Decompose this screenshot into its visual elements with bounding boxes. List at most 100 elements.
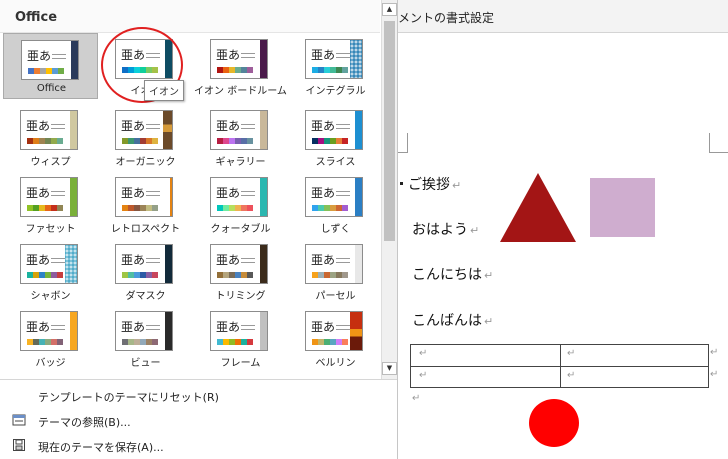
theme-preview: 亜あ <box>115 244 173 284</box>
theme-accent-bar <box>260 178 267 216</box>
theme-color-swatches <box>27 339 63 345</box>
theme-accent-bar <box>165 245 172 283</box>
paragraph-mark: ↵ <box>452 179 462 192</box>
browse-folder-icon <box>12 413 26 427</box>
color-swatch <box>152 205 158 211</box>
theme-thumbnail[interactable]: 亜あ レトロスペクト <box>98 171 193 237</box>
theme-thumbnail[interactable]: 亜あ イオン ボードルーム <box>193 33 288 99</box>
theme-label: イオン ボードルーム <box>194 86 287 97</box>
text-line-2[interactable]: こんにちは ↵ <box>412 264 493 284</box>
theme-preview: 亜あ <box>210 110 268 150</box>
theme-thumbnail[interactable]: 亜あ バッジ <box>3 305 98 371</box>
theme-thumbnail[interactable]: 亜あ しずく <box>288 171 383 237</box>
scroll-up-button[interactable]: ▲ <box>382 3 397 16</box>
heading-line[interactable]: ご挨拶 ↵ <box>408 174 461 194</box>
theme-thumbnail[interactable]: 亜あ スライス <box>288 104 383 170</box>
theme-thumbnail[interactable]: 亜あ Office <box>3 33 98 99</box>
theme-thumbnail[interactable]: 亜あ ダマスク <box>98 238 193 304</box>
rectangle-shape[interactable] <box>590 178 655 237</box>
reset-theme-menu-item[interactable]: テンプレートのテーマにリセット(R) <box>0 385 397 409</box>
theme-sample-line <box>51 329 65 330</box>
theme-preview: 亜あ <box>115 177 173 217</box>
line-3-text: こんばんは <box>412 313 482 329</box>
theme-accent-bar <box>163 111 172 149</box>
theme-sample-text: 亜あ <box>26 119 51 133</box>
color-swatch <box>342 138 348 144</box>
theme-sample-line <box>146 124 160 125</box>
theme-sample-line <box>241 124 255 125</box>
theme-thumbnail[interactable]: 亜あ ウィスプ <box>3 104 98 170</box>
theme-accent-bar <box>70 312 77 350</box>
color-swatch <box>58 68 64 74</box>
theme-sample-text: 亜あ <box>311 253 336 267</box>
theme-sample-text: 亜あ <box>26 186 51 200</box>
paragraph-mark: ↵ <box>470 224 480 237</box>
theme-thumbnail[interactable]: 亜あ フレーム <box>193 305 288 371</box>
line-1-text: おはよう <box>412 222 468 238</box>
theme-thumbnail[interactable]: 亜あ トリミング <box>193 238 288 304</box>
theme-preview: 亜あ <box>21 40 79 80</box>
color-swatch <box>57 138 63 144</box>
heading-bullet <box>400 182 403 185</box>
theme-thumbnail[interactable]: 亜あ ビュー <box>98 305 193 371</box>
color-swatch <box>152 339 158 345</box>
theme-sample-line <box>146 195 160 196</box>
theme-label: オーガニック <box>115 157 176 168</box>
theme-sample-line <box>146 258 160 259</box>
gallery-scrollbar[interactable]: ▲ ▼ <box>381 0 397 379</box>
theme-thumbnail[interactable]: 亜あ インテグラル <box>288 33 383 99</box>
color-swatch <box>342 205 348 211</box>
theme-color-swatches <box>217 272 253 278</box>
theme-sample-line <box>146 329 160 330</box>
theme-thumbnail[interactable]: 亜あ パーセル <box>288 238 383 304</box>
theme-thumbnail[interactable]: 亜あ ベルリン <box>288 305 383 371</box>
document-page[interactable] <box>398 33 728 459</box>
theme-sample-text: 亜あ <box>121 119 146 133</box>
color-swatch <box>247 339 253 345</box>
theme-sample-line <box>241 128 255 129</box>
theme-sample-line <box>336 191 350 192</box>
browse-theme-menu-item[interactable]: テーマの参照(B)... <box>0 410 397 434</box>
browse-theme-label: テーマの参照(B)... <box>38 416 131 429</box>
theme-accent-bar <box>260 111 267 149</box>
theme-preview: 亜あ <box>305 177 363 217</box>
save-theme-menu-item[interactable]: 現在のテーマを保存(A)... <box>0 435 397 459</box>
theme-preview: 亜あ <box>210 311 268 351</box>
triangle-shape[interactable] <box>500 173 576 242</box>
document-table[interactable]: ↵ ↵ ↵ ↵ <box>410 344 709 388</box>
color-swatch <box>152 138 158 144</box>
color-swatch <box>342 67 348 73</box>
circle-shape[interactable] <box>529 399 579 447</box>
theme-sample-line <box>51 128 65 129</box>
theme-sample-line <box>51 262 65 263</box>
theme-sample-line <box>336 124 350 125</box>
theme-thumbnail[interactable]: 亜あ ファセット <box>3 171 98 237</box>
theme-sample-line <box>336 53 350 54</box>
theme-gallery-panel: Office 亜あOffice亜あイオン亜あイオン ボードルーム亜あインテグラル… <box>0 0 398 459</box>
theme-thumbnail[interactable]: 亜あオーガニック <box>98 104 193 170</box>
theme-sample-line <box>52 58 66 59</box>
scroll-down-button[interactable]: ▼ <box>382 362 397 375</box>
theme-preview: 亜あ <box>210 177 268 217</box>
theme-accent-bar <box>65 245 77 283</box>
theme-thumbnail[interactable]: 亜あ クォータブル <box>193 171 288 237</box>
theme-preview: 亜あ <box>115 311 173 351</box>
theme-preview: 亜あ <box>305 39 363 79</box>
row-end-mark: ↵ <box>710 369 719 380</box>
theme-color-swatches <box>312 138 348 144</box>
theme-label: しずく <box>320 224 351 235</box>
theme-thumbnail[interactable]: 亜あ ギャラリー <box>193 104 288 170</box>
theme-sample-text: 亜あ <box>216 320 241 334</box>
theme-sample-line <box>241 258 255 259</box>
scroll-thumb[interactable] <box>384 21 395 241</box>
text-line-1[interactable]: おはよう ↵ <box>412 219 479 239</box>
reset-theme-label: テンプレートのテーマにリセット(R) <box>38 391 219 404</box>
ribbon-group-label: メントの書式設定 <box>398 11 495 25</box>
theme-color-swatches <box>28 68 64 74</box>
theme-thumbnail[interactable]: 亜あ シャボン <box>3 238 98 304</box>
color-swatch <box>247 205 253 211</box>
text-line-3[interactable]: こんばんは ↵ <box>412 310 493 330</box>
theme-sample-line <box>51 258 65 259</box>
theme-preview: 亜あ <box>115 110 173 150</box>
theme-accent-bar <box>260 312 267 350</box>
